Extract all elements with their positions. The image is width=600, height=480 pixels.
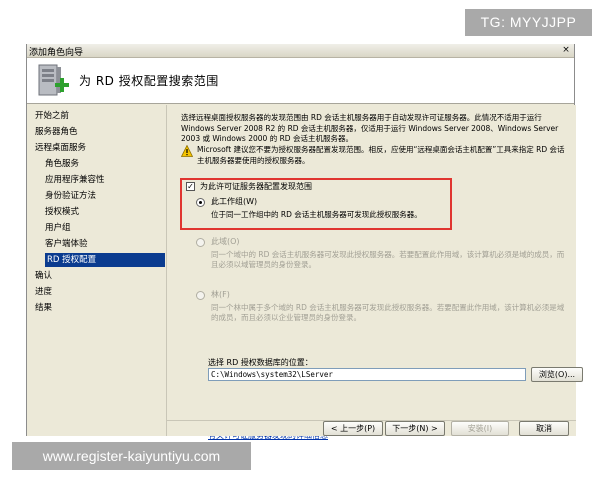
sidebar-item-role-services[interactable]: 角色服务 xyxy=(45,157,165,171)
window-title: 添加角色向导 xyxy=(29,48,84,58)
forest-label: 林(F) xyxy=(211,290,230,299)
watermark-bottom: www.register-kaiyuntiyu.com xyxy=(12,442,251,470)
forest-desc: 同一个林中属于多个域的 RD 会话主机服务器可发现此授权服务器。若要配置此作用域… xyxy=(211,303,565,322)
title-bar: 添加角色向导 × xyxy=(27,44,574,58)
close-icon[interactable]: × xyxy=(561,45,571,55)
sidebar-item-user-groups[interactable]: 用户组 xyxy=(45,221,165,235)
db-location-label: 选择 RD 授权数据库的位置： xyxy=(208,358,313,367)
page-title: 为 RD 授权配置搜索范围 xyxy=(79,74,219,88)
next-button[interactable]: 下一步(N) > xyxy=(385,421,445,436)
sidebar-item-app-compatibility[interactable]: 应用程序兼容性 xyxy=(45,173,165,187)
warning-text: Microsoft 建议您不要为授权服务器配置发现范围。相反，应使用“远程桌面会… xyxy=(197,145,565,165)
discovery-scope-checkbox[interactable]: ✓ xyxy=(186,182,195,191)
sidebar-item-licensing-mode[interactable]: 授权模式 xyxy=(45,205,165,219)
sidebar-item-rd-licensing-config[interactable]: RD 授权配置 xyxy=(45,253,165,267)
domain-radio[interactable] xyxy=(196,238,205,247)
db-location-input[interactable]: C:\Windows\system32\LServer xyxy=(208,368,526,381)
sidebar-item-remote-desktop-services[interactable]: 远程桌面服务 xyxy=(35,141,163,155)
watermark-top: TG: MYYJJPP xyxy=(465,9,592,36)
install-button[interactable]: 安装(I) xyxy=(451,421,509,436)
warning-icon xyxy=(181,145,193,157)
workgroup-label: 此工作组(W) xyxy=(211,197,258,206)
sidebar-item-results[interactable]: 结果 xyxy=(35,301,163,315)
browse-button[interactable]: 浏览(O)... xyxy=(531,367,583,382)
wizard-content: 选择远程桌面授权服务器的发现范围由 RD 会话主机服务器用于自动发现许可证服务器… xyxy=(167,105,583,440)
intro-text: 选择远程桌面授权服务器的发现范围由 RD 会话主机服务器用于自动发现许可证服务器… xyxy=(181,113,559,143)
forest-radio[interactable] xyxy=(196,291,205,300)
sidebar-item-confirmation[interactable]: 确认 xyxy=(35,269,163,283)
sidebar-item-server-roles[interactable]: 服务器角色 xyxy=(35,125,163,139)
workgroup-desc: 位于同一工作组中的 RD 会话主机服务器可发现此授权服务器。 xyxy=(211,210,422,219)
cancel-button[interactable]: 取消 xyxy=(519,421,569,436)
back-button[interactable]: < 上一步(P) xyxy=(323,421,383,436)
workgroup-radio[interactable] xyxy=(196,198,205,207)
wizard-steps-sidebar: 开始之前 服务器角色 远程桌面服务 角色服务 应用程序兼容性 身份验证方法 授权… xyxy=(27,105,167,436)
wizard-header: 为 RD 授权配置搜索范围 xyxy=(27,58,574,104)
add-roles-wizard-window: 添加角色向导 × 为 RD 授权配置搜索范围 开始之前 服务器角色 远程桌面服务… xyxy=(26,44,583,440)
discovery-scope-label: 为此许可证服务器配置发现范围 xyxy=(200,182,312,191)
sidebar-item-authentication[interactable]: 身份验证方法 xyxy=(45,189,165,203)
domain-desc: 同一个域中的 RD 会话主机服务器可发现此授权服务器。若要配置此作用域，该计算机… xyxy=(211,250,565,269)
sidebar-item-client-experience[interactable]: 客户端体验 xyxy=(45,237,165,251)
domain-label: 此域(O) xyxy=(211,237,240,246)
server-add-icon xyxy=(38,64,69,96)
sidebar-item-progress[interactable]: 进度 xyxy=(35,285,163,299)
sidebar-item-before-you-begin[interactable]: 开始之前 xyxy=(35,109,163,123)
wizard-footer: < 上一步(P) 下一步(N) > 安装(I) 取消 xyxy=(167,420,576,436)
